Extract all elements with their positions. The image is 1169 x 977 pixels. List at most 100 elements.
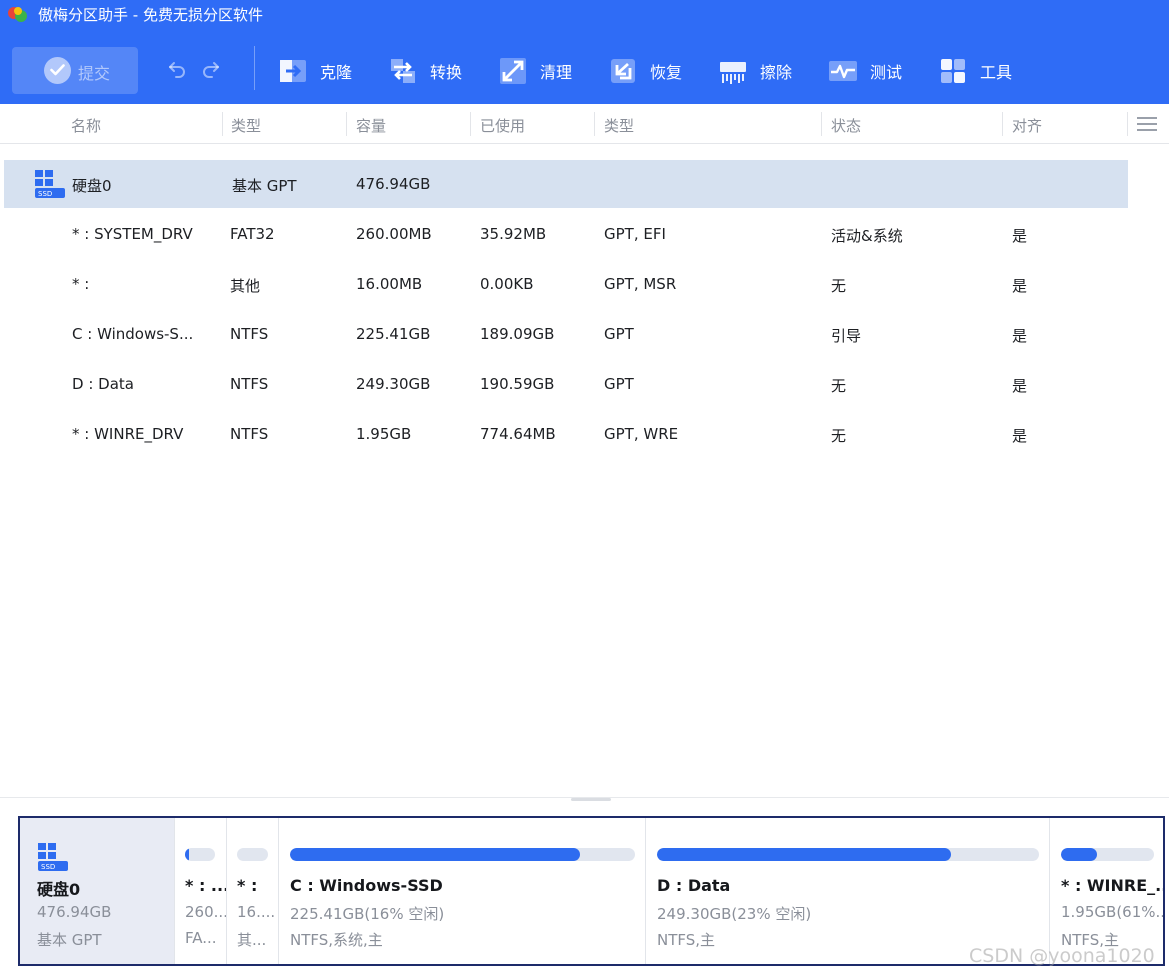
ssd-disk-icon: SSD bbox=[34, 169, 66, 199]
partition-fs: NTFS bbox=[230, 325, 269, 343]
test-button[interactable]: 测试 bbox=[828, 54, 902, 88]
partition-name: * : ... bbox=[185, 876, 226, 895]
partition-name: * : WINRE_DRV bbox=[72, 425, 184, 443]
diskmap-partition[interactable]: * : WINRE_... 1.95GB(61%... NTFS,主 bbox=[1049, 818, 1165, 964]
usage-bar bbox=[185, 848, 215, 861]
column-divider[interactable] bbox=[346, 112, 347, 136]
partition-size: 249.30GB(23% 空闲) bbox=[657, 905, 812, 923]
partition-capacity: 249.30GB bbox=[356, 375, 431, 393]
partition-size: 260... bbox=[185, 903, 226, 921]
table-row[interactable]: * : SYSTEM_DRV FAT32 260.00MB 35.92MB GP… bbox=[4, 210, 1128, 258]
column-capacity[interactable]: 容量 bbox=[356, 115, 386, 136]
table-row-disk[interactable]: SSD 硬盘0 基本 GPT 476.94GB bbox=[4, 160, 1128, 208]
partition-fs: NTFS bbox=[230, 375, 269, 393]
wipe-label: 擦除 bbox=[760, 63, 793, 82]
partition-name: * : bbox=[237, 876, 258, 895]
column-divider[interactable] bbox=[1127, 112, 1128, 136]
table-row[interactable]: C : Windows-S... NTFS 225.41GB 189.09GB … bbox=[4, 310, 1128, 358]
partition-type: GPT, WRE bbox=[604, 425, 679, 443]
table-row[interactable]: * : WINRE_DRV NTFS 1.95GB 774.64MB GPT, … bbox=[4, 410, 1128, 458]
test-label: 测试 bbox=[870, 63, 903, 82]
partition-capacity: 225.41GB bbox=[356, 325, 431, 343]
recover-button[interactable]: 恢复 bbox=[608, 54, 682, 88]
partition-capacity: 1.95GB bbox=[356, 425, 412, 443]
column-status[interactable]: 状态 bbox=[831, 115, 861, 136]
convert-button[interactable]: 转换 bbox=[388, 54, 462, 88]
watermark: CSDN @yoona1020 bbox=[969, 945, 1155, 967]
partition-used: 774.64MB bbox=[480, 425, 556, 443]
toolbar-separator bbox=[254, 46, 255, 90]
wipe-icon bbox=[718, 56, 748, 86]
usage-bar-fill bbox=[185, 848, 190, 861]
diskmap-partition[interactable]: C : Windows-SSD 225.41GB(16% 空闲) NTFS,系统… bbox=[278, 818, 645, 964]
diskmap-partition[interactable]: D : Data 249.30GB(23% 空闲) NTFS,主 bbox=[645, 818, 1049, 964]
partition-status: 活动&系统 bbox=[831, 227, 903, 245]
partition-fs: 其他 bbox=[230, 277, 261, 295]
disk-type: 基本 GPT bbox=[232, 177, 297, 195]
partition-used: 35.92MB bbox=[480, 225, 547, 243]
clone-icon bbox=[278, 56, 308, 86]
partition-fs: NTFS bbox=[230, 425, 269, 443]
usage-bar bbox=[657, 848, 1039, 861]
column-used[interactable]: 已使用 bbox=[480, 115, 525, 136]
app-logo-icon bbox=[6, 4, 30, 24]
column-divider[interactable] bbox=[470, 112, 471, 136]
convert-icon bbox=[388, 56, 418, 86]
column-divider[interactable] bbox=[594, 112, 595, 136]
table-row[interactable]: D : Data NTFS 249.30GB 190.59GB GPT 无 是 bbox=[4, 360, 1128, 408]
wipe-button[interactable]: 擦除 bbox=[718, 54, 792, 88]
disk-capacity: 476.94GB bbox=[356, 175, 431, 193]
column-type[interactable]: 类型 bbox=[604, 115, 634, 136]
clean-icon bbox=[498, 56, 528, 86]
ssd-label: SSD bbox=[41, 863, 55, 871]
diskmap-partition[interactable]: * : 16.... 其... bbox=[226, 818, 278, 964]
partition-name: D : Data bbox=[72, 375, 134, 393]
column-name[interactable]: 名称 bbox=[71, 115, 101, 136]
tools-button[interactable]: 工具 bbox=[938, 54, 1012, 88]
diskmap-partition[interactable]: * : ... 260... FA... bbox=[174, 818, 226, 964]
title-bar: 傲梅分区助手 - 免费无损分区软件 bbox=[0, 0, 1169, 28]
partition-name: C : Windows-S... bbox=[72, 325, 194, 343]
diskmap-disk-type: 基本 GPT bbox=[37, 931, 102, 949]
partition-info: NTFS,系统,主 bbox=[290, 931, 383, 949]
column-alignment[interactable]: 对齐 bbox=[1012, 115, 1042, 136]
partition-align: 是 bbox=[1012, 277, 1028, 295]
partition-type: GPT bbox=[604, 375, 634, 393]
submit-label: 提交 bbox=[78, 64, 111, 83]
redo-icon[interactable] bbox=[200, 58, 222, 80]
diskmap-disk-size: 476.94GB bbox=[37, 903, 112, 921]
partition-name: * : SYSTEM_DRV bbox=[72, 225, 193, 243]
partition-align: 是 bbox=[1012, 427, 1028, 445]
column-divider[interactable] bbox=[222, 112, 223, 136]
partition-status: 无 bbox=[831, 427, 847, 445]
partition-capacity: 260.00MB bbox=[356, 225, 432, 243]
column-divider[interactable] bbox=[1002, 112, 1003, 136]
column-fs-type[interactable]: 类型 bbox=[231, 115, 261, 136]
partition-size: 1.95GB(61%... bbox=[1061, 903, 1165, 921]
partition-align: 是 bbox=[1012, 227, 1028, 245]
partition-name: D : Data bbox=[657, 876, 731, 895]
partition-fs: FAT32 bbox=[230, 225, 275, 243]
partition-name: * : bbox=[72, 275, 90, 293]
undo-icon[interactable] bbox=[166, 58, 188, 80]
splitter-grip[interactable] bbox=[571, 798, 611, 801]
table-row[interactable]: * : 其他 16.00MB 0.00KB GPT, MSR 无 是 bbox=[4, 260, 1128, 308]
column-divider[interactable] bbox=[821, 112, 822, 136]
partition-used: 0.00KB bbox=[480, 275, 534, 293]
clean-label: 清理 bbox=[540, 63, 573, 82]
test-icon bbox=[828, 56, 858, 86]
column-header: 名称 类型 容量 已使用 类型 状态 对齐 bbox=[0, 104, 1169, 144]
clean-button[interactable]: 清理 bbox=[498, 54, 572, 88]
ssd-label: SSD bbox=[38, 190, 52, 198]
column-settings-icon[interactable] bbox=[1137, 116, 1157, 132]
diskmap-disk-tile[interactable]: SSD 硬盘0 476.94GB 基本 GPT bbox=[20, 818, 174, 964]
usage-bar bbox=[237, 848, 268, 861]
clone-button[interactable]: 克隆 bbox=[278, 54, 352, 88]
recover-icon bbox=[608, 56, 638, 86]
partition-info: NTFS,主 bbox=[657, 931, 716, 949]
tools-label: 工具 bbox=[980, 63, 1013, 82]
submit-button[interactable]: 提交 bbox=[12, 47, 138, 94]
toolbar: 傲梅分区助手 - 免费无损分区软件 提交 克隆 转换 清理 恢复 擦除 测试 工… bbox=[0, 0, 1169, 104]
usage-bar bbox=[1061, 848, 1154, 861]
partition-type: GPT bbox=[604, 325, 634, 343]
